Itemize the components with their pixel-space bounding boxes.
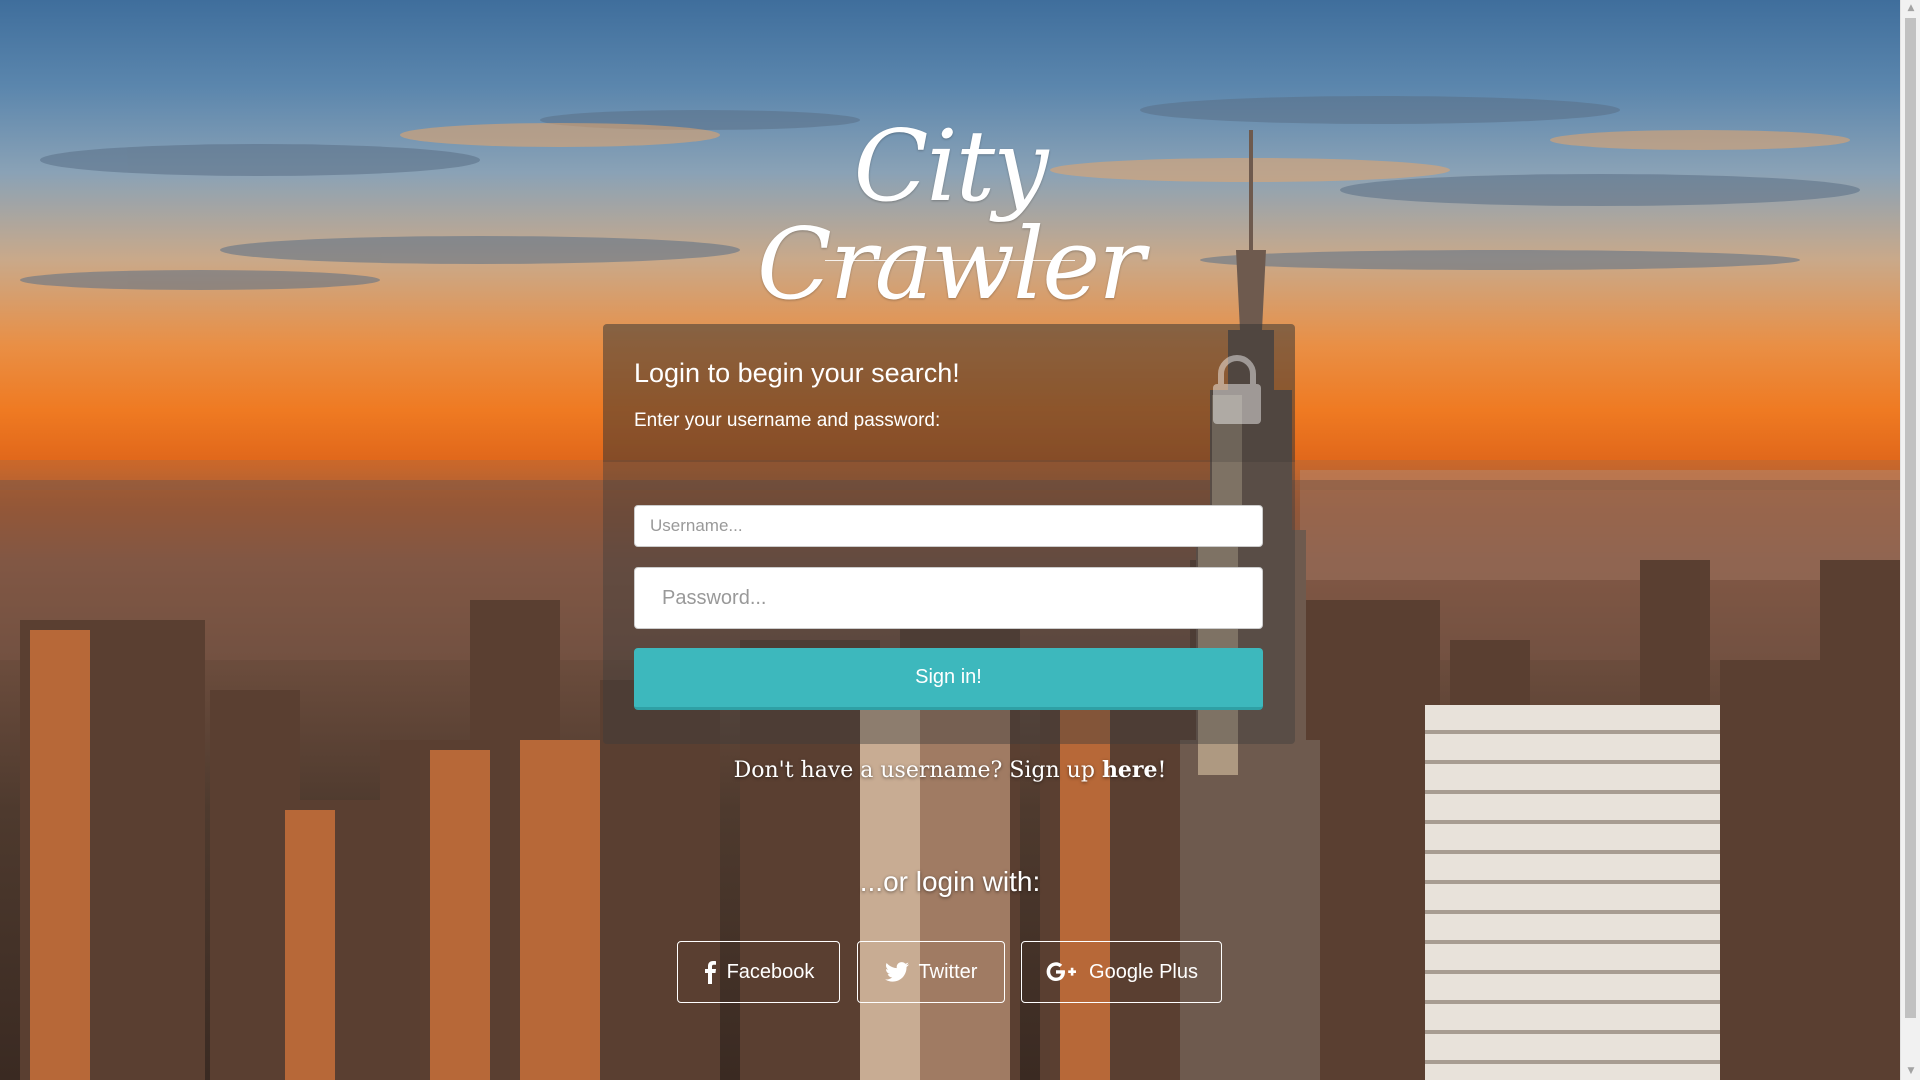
twitter-label: Twitter — [918, 960, 978, 983]
username-input[interactable] — [634, 505, 1263, 547]
facebook-login-button[interactable]: Facebook — [677, 941, 840, 1003]
signup-prefix: Don't have a username? Sign up — [733, 758, 1102, 783]
google-plus-icon — [1045, 961, 1079, 983]
login-subtitle: Enter your username and password: — [634, 410, 941, 431]
login-panel-header — [603, 324, 1295, 462]
login-title: Login to begin your search! — [634, 358, 960, 388]
social-login-heading: ...or login with: — [859, 866, 1041, 897]
vertical-scrollbar[interactable]: ▲ ▼ — [1900, 0, 1920, 1080]
scrollbar-thumb[interactable] — [1905, 18, 1916, 1018]
google-plus-login-button[interactable]: Google Plus — [1021, 941, 1222, 1003]
signup-link[interactable]: here — [1102, 757, 1158, 783]
login-panel: Login to begin your search! Enter your u… — [603, 324, 1295, 744]
scroll-down-arrow-icon[interactable]: ▼ — [1901, 1063, 1920, 1080]
facebook-label: Facebook — [726, 960, 815, 983]
scroll-up-arrow-icon[interactable]: ▲ — [1901, 0, 1920, 17]
signup-text: Don't have a username? Sign up here! — [700, 757, 1200, 783]
twitter-login-button[interactable]: Twitter — [857, 941, 1005, 1003]
signup-suffix: ! — [1157, 758, 1167, 783]
brand-logo-title: City Crawler — [756, 110, 1145, 322]
brand-divider — [825, 260, 1075, 261]
google-plus-label: Google Plus — [1089, 960, 1198, 983]
twitter-icon — [884, 962, 909, 982]
lock-icon — [1213, 355, 1261, 424]
sign-in-button[interactable]: Sign in! — [634, 648, 1263, 710]
facebook-icon — [703, 960, 717, 984]
password-input[interactable] — [634, 567, 1263, 629]
